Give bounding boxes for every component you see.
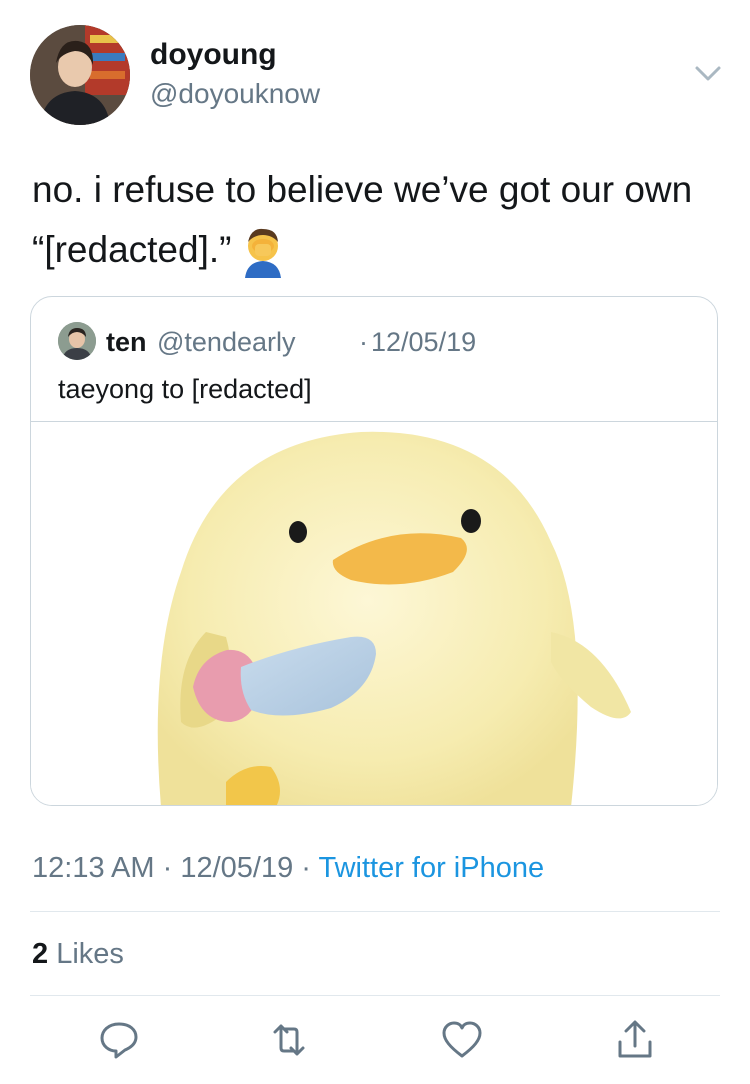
quoted-tweet[interactable]: ten @tendearly · 12/05/19 taeyong to [re… [30,296,718,806]
divider [30,995,720,996]
tweet-source-link[interactable]: Twitter for iPhone [318,852,544,884]
quoted-text: taeyong to [redacted] [58,374,312,404]
retweet-icon[interactable] [267,1018,311,1062]
quoted-media-image[interactable] [31,422,717,805]
likes-count-link[interactable]: 2 Likes [32,938,124,971]
share-icon[interactable] [613,1018,657,1062]
meta-separator: · [293,852,319,884]
quoted-handle[interactable]: @tendearly [157,327,295,358]
quoted-separator: · [359,327,368,357]
tweet-body: no. i refuse to believe we’ve got our ow… [32,169,693,270]
like-icon[interactable] [440,1018,484,1062]
reply-icon[interactable] [97,1018,141,1062]
tweet-text: no. i refuse to believe we’ve got our ow… [32,160,712,280]
author-avatar[interactable] [30,25,130,125]
tweet-meta: 12:13 AM · 12/05/19 · Twitter for iPhone [32,852,544,885]
author-name[interactable]: doyoung [150,38,277,72]
quoted-date: 12/05/19 [371,327,477,357]
face-palm-emoji-icon [237,226,289,279]
quoted-avatar[interactable] [58,322,96,360]
divider [30,911,720,912]
tweet-time: 12:13 AM [32,852,155,884]
author-handle[interactable]: @doyouknow [150,78,320,110]
tweet-date: 12/05/19 [180,852,294,884]
chevron-down-icon[interactable] [693,62,723,84]
quoted-name[interactable]: ten [106,327,147,358]
likes-count: 2 [32,938,49,970]
meta-separator: · [154,852,181,884]
likes-label: Likes [48,938,124,970]
